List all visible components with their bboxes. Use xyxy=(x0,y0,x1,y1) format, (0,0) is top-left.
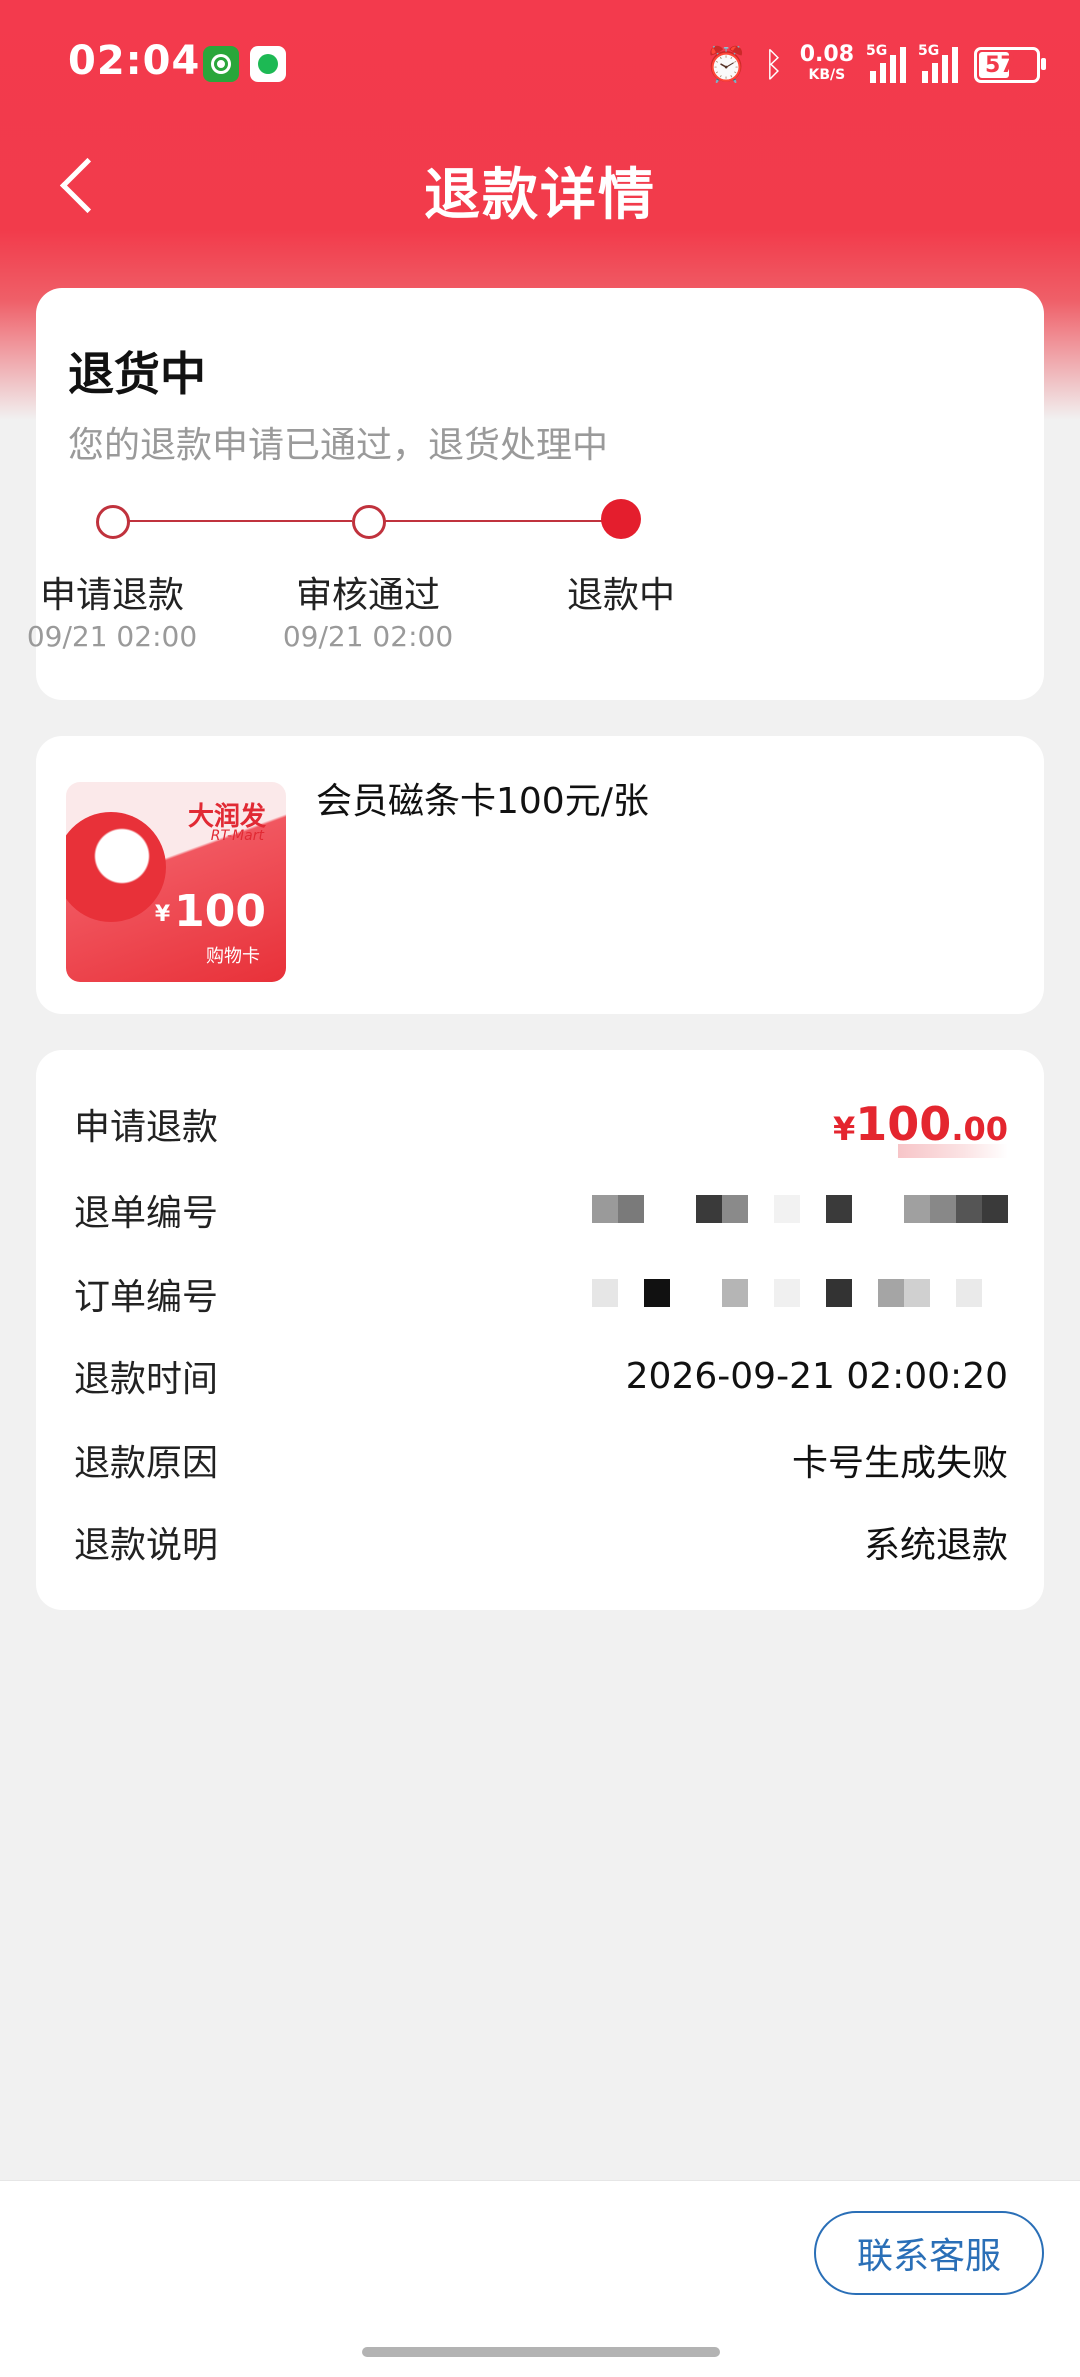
brand-logo-sub: RT-Mart xyxy=(210,828,264,844)
app-green-icon xyxy=(203,46,239,82)
amount-highlight xyxy=(898,1144,1008,1158)
refund-reason-value: 卡号生成失败 xyxy=(791,1443,1008,1484)
status-icons: ⏰ ᛒ 0.08 KB/S 5G 5G 57 xyxy=(704,40,1046,90)
refund-detail-card: 申请退款 ¥100.00 退单编号 订单编号 退款时间 2026-09-21 0… xyxy=(36,1050,1044,1610)
step-dot-apply xyxy=(96,505,130,539)
amount-integer: 100 xyxy=(855,1097,952,1151)
signal-tag: 5G xyxy=(866,43,888,59)
battery-level: 57 xyxy=(985,52,1016,78)
redacted-value xyxy=(592,1195,1008,1225)
status-time: 02:04 xyxy=(68,38,201,84)
app-chat-icon xyxy=(250,46,286,82)
status-bar: 02:04 ⏰ ᛒ 0.08 KB/S 5G 5G 57 xyxy=(0,0,1080,130)
status-subtitle: 您的退款申请已通过，退货处理中 xyxy=(68,425,609,466)
bluetooth-icon: ᛒ xyxy=(763,45,784,85)
refund-time-value: 2026-09-21 02:00:20 xyxy=(625,1355,1008,1397)
bottom-bar: 联系客服 xyxy=(0,2180,1080,2377)
step-label-refunding: 退款中 xyxy=(566,575,675,616)
step-time-review: 09/21 02:00 xyxy=(282,620,454,653)
redacted-value xyxy=(592,1279,1008,1309)
signal-icon: 5G xyxy=(866,43,906,83)
card-type: 购物卡 xyxy=(206,946,260,967)
step-label-apply: 申请退款 xyxy=(39,575,184,616)
refund-note-value: 系统退款 xyxy=(863,1525,1008,1566)
step-dot-review xyxy=(352,505,386,539)
card-price: ¥100 xyxy=(155,886,266,937)
page-title: 退款详情 xyxy=(424,163,656,228)
detail-row-refund-reason: 退款原因 卡号生成失败 xyxy=(74,1430,1008,1490)
refund-amount: ¥100.00 xyxy=(833,1097,1008,1151)
mascot-image xyxy=(66,812,166,922)
detail-row-refund-time: 退款时间 2026-09-21 02:00:20 xyxy=(74,1346,1008,1406)
detail-row-order-no: 订单编号 xyxy=(74,1264,1008,1324)
net-speed-value: 0.08 xyxy=(799,42,854,67)
detail-label: 退款时间 xyxy=(74,1359,219,1400)
detail-label: 退单编号 xyxy=(74,1193,219,1234)
detail-label: 订单编号 xyxy=(74,1277,219,1318)
detail-row-refund-note: 退款说明 系统退款 xyxy=(74,1512,1008,1572)
step-dot-refunding xyxy=(601,499,641,539)
net-speed: 0.08 KB/S xyxy=(799,42,854,85)
product-name: 会员磁条卡100元/张 xyxy=(316,781,649,822)
progress-line xyxy=(382,520,608,522)
step-time-apply: 09/21 02:00 xyxy=(26,620,198,653)
card-currency: ¥ xyxy=(154,901,171,927)
net-speed-unit: KB/S xyxy=(808,67,846,83)
refund-status-card: 退货中 您的退款申请已通过，退货处理中 申请退款 09/21 02:00 审核通… xyxy=(27,288,1044,700)
signal-icon: 5G xyxy=(918,43,958,83)
contact-service-button[interactable]: 联系客服 xyxy=(814,2211,1044,2295)
battery-icon: 57 xyxy=(974,47,1046,83)
card-price-value: 100 xyxy=(174,886,266,937)
detail-label: 退款原因 xyxy=(74,1443,219,1484)
signal-tag: 5G xyxy=(918,43,940,59)
home-indicator[interactable] xyxy=(362,2347,720,2357)
detail-row-refund-no: 退单编号 xyxy=(74,1180,1008,1240)
step-label-review: 审核通过 xyxy=(295,575,440,616)
progress-line xyxy=(126,520,352,522)
product-card[interactable]: 大润发 RT-Mart ¥100 购物卡 会员磁条卡100元/张 xyxy=(36,736,1044,1014)
detail-row-amount: 申请退款 ¥100.00 xyxy=(74,1094,1008,1154)
detail-label: 退款说明 xyxy=(74,1525,219,1566)
product-image: 大润发 RT-Mart ¥100 购物卡 xyxy=(66,782,286,982)
alarm-icon: ⏰ xyxy=(704,45,748,85)
status-title: 退货中 xyxy=(68,347,206,401)
amount-decimal: .00 xyxy=(951,1110,1008,1148)
detail-label: 申请退款 xyxy=(74,1107,219,1148)
amount-currency: ¥ xyxy=(833,1110,856,1148)
